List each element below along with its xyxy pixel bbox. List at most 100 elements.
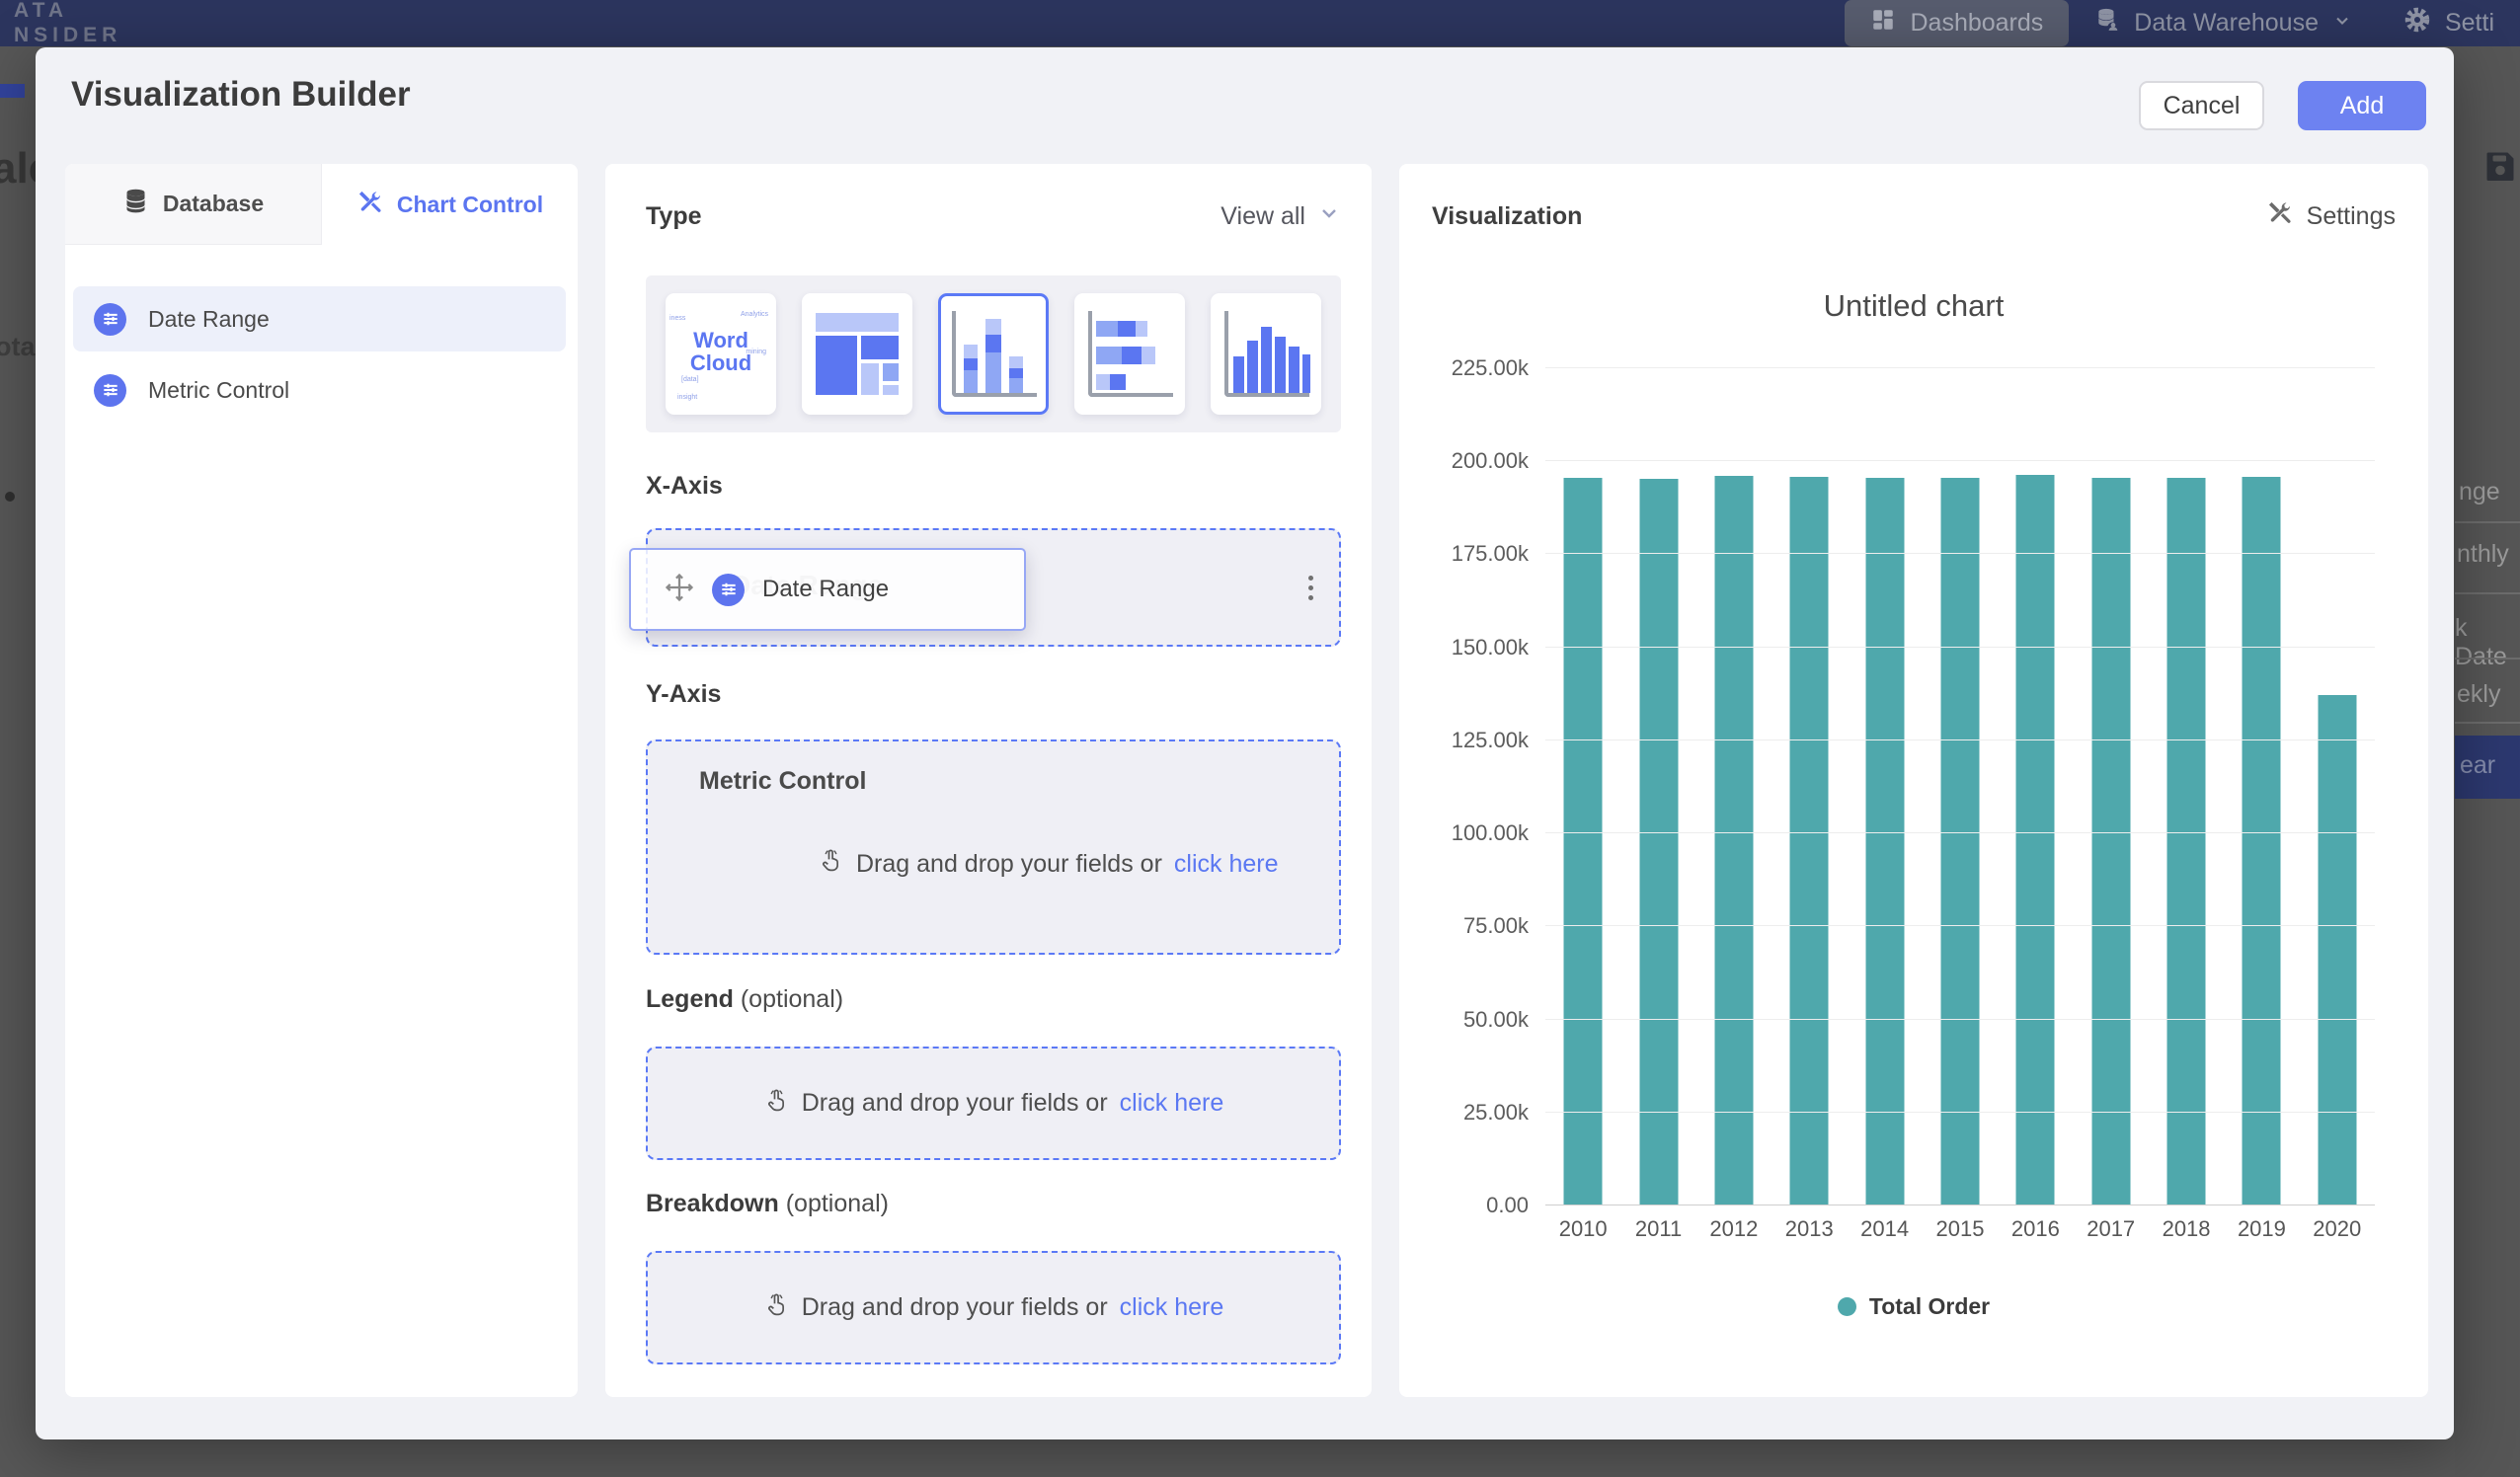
breakdown-dropzone[interactable]: Drag and drop your fields or click here (646, 1251, 1341, 1364)
background-text-fragment: ekly (2457, 680, 2500, 709)
gridline (1545, 1112, 2375, 1113)
database-icon (122, 188, 149, 220)
legend-label: Legend (646, 985, 734, 1013)
chart-type-column[interactable] (1211, 293, 1321, 415)
field-item-metric-control[interactable]: Metric Control (73, 357, 566, 423)
settings-button[interactable]: Settings (2266, 199, 2396, 233)
drop-hint-text: Drag and drop your fields or (856, 850, 1162, 879)
field-item-date-range[interactable]: Date Range (73, 286, 566, 351)
chart-type-stacked-bar[interactable] (1074, 293, 1185, 415)
y-tick-label: 150.00k (1390, 635, 1529, 661)
save-icon (2482, 148, 2518, 189)
background-text-fragment: k Date (2455, 614, 2520, 671)
background-bullet-dot (5, 492, 15, 502)
x-tick-label: 2018 (2149, 1216, 2224, 1242)
y-tick-label: 225.00k (1390, 355, 1529, 381)
nav-settings[interactable]: Setti (2378, 0, 2520, 46)
gear-icon (2403, 6, 2431, 40)
sliders-icon (94, 303, 126, 336)
word-cloud-text: Word (666, 329, 776, 351)
gridline (1545, 553, 2375, 554)
y-tick-label: 0.00 (1390, 1193, 1529, 1218)
drop-hint-text: Drag and drop your fields or (802, 1293, 1108, 1322)
breakdown-optional-label: (optional) (786, 1190, 889, 1217)
view-all-label: View all (1221, 202, 1305, 231)
bar (1639, 479, 1678, 1205)
tap-icon (763, 1291, 790, 1325)
chart-type-word-cloud[interactable]: iness Analytics [data] mining insight Wo… (666, 293, 776, 415)
chart-type-treemap[interactable] (802, 293, 912, 415)
click-here-link[interactable]: click here (1120, 1293, 1224, 1322)
x-tick-label: 2016 (1998, 1216, 2073, 1242)
chart-legend: Total Order (1399, 1293, 2428, 1320)
kebab-menu-icon[interactable] (1308, 576, 1313, 600)
background-blue-chip (0, 84, 25, 98)
field-item-label: Date Range (148, 306, 270, 333)
nav-data-warehouse[interactable]: Data Warehouse (2069, 0, 2378, 46)
tap-icon (818, 847, 844, 881)
settings-label: Settings (2307, 202, 2396, 231)
breakdown-label: Breakdown (646, 1190, 779, 1217)
bars-container (1545, 367, 2375, 1205)
legend-optional-label: (optional) (741, 985, 843, 1013)
bar (1940, 478, 1979, 1205)
metric-control-label: Metric Control (699, 767, 1339, 796)
gridline (1545, 460, 2375, 461)
gridline (1545, 647, 2375, 648)
legend-section-label: Legend (optional) (646, 985, 1341, 1014)
x-axis-dropzone[interactable]: Date Range Date Range (646, 528, 1341, 647)
tab-database-label: Database (163, 191, 264, 217)
date-range-drag-card[interactable]: Date Range (629, 548, 1026, 631)
brand-logo: ATA NSIDER (14, 0, 121, 47)
gridline (1545, 367, 2375, 368)
gridline (1545, 925, 2375, 926)
chart-type-stacked-column[interactable] (938, 293, 1049, 415)
bar (1714, 476, 1753, 1205)
nav-dashboards[interactable]: Dashboards (1845, 0, 2069, 46)
y-tick-label: 100.00k (1390, 820, 1529, 846)
legend-dropzone[interactable]: Drag and drop your fields or click here (646, 1047, 1341, 1160)
nav-dashboards-label: Dashboards (1910, 9, 2043, 38)
bar (2091, 478, 2130, 1205)
bar (2243, 477, 2281, 1205)
click-here-link[interactable]: click here (1174, 850, 1279, 879)
y-tick-label: 75.00k (1390, 913, 1529, 939)
cancel-button[interactable]: Cancel (2139, 81, 2264, 130)
chevron-down-icon (2332, 9, 2352, 38)
click-here-link[interactable]: click here (1120, 1089, 1224, 1118)
background-right-column: nge nthly k Date ekly ear (2455, 46, 2520, 1477)
x-tick-label: 2011 (1620, 1216, 1695, 1242)
builder-panel: Type View all iness Analytics [data] min… (605, 164, 1372, 1397)
bar (1790, 477, 1829, 1205)
background-text-fragment: ota (0, 332, 36, 362)
bar (2318, 695, 2356, 1205)
background-text-fragment: ear (2460, 751, 2495, 780)
y-axis-dropzone[interactable]: Metric Control Drag and drop your fields… (646, 739, 1341, 955)
add-button[interactable]: Add (2298, 81, 2426, 130)
x-axis-section-label: X-Axis (646, 472, 1341, 501)
tools-icon (2266, 199, 2293, 233)
sliders-icon (94, 374, 126, 407)
tab-database[interactable]: Database (65, 164, 322, 245)
view-all-dropdown[interactable]: View all (1221, 201, 1341, 232)
fields-panel: Database Chart Control Date Range Met (65, 164, 578, 1397)
chevron-down-icon (1317, 201, 1341, 232)
x-axis-labels: 2010201120122013201420152016201720182019… (1545, 1216, 2375, 1242)
sliders-icon (712, 574, 745, 606)
type-section-label: Type (646, 202, 702, 231)
drag-card-label: Date Range (762, 576, 889, 603)
y-tick-label: 125.00k (1390, 728, 1529, 753)
plot-area: 225.00k200.00k175.00k150.00k125.00k100.0… (1545, 367, 2375, 1205)
bar (2016, 475, 2055, 1205)
x-tick-label: 2013 (1772, 1216, 1847, 1242)
y-tick-label: 50.00k (1390, 1007, 1529, 1033)
word-cloud-text: Cloud (666, 351, 776, 374)
bar (2167, 478, 2206, 1205)
x-tick-label: 2017 (2074, 1216, 2149, 1242)
y-tick-label: 175.00k (1390, 541, 1529, 567)
legend-dot (1838, 1297, 1856, 1316)
modal-title: Visualization Builder (71, 75, 411, 115)
y-tick-label: 25.00k (1390, 1100, 1529, 1126)
bar (1564, 478, 1603, 1205)
tab-chart-control[interactable]: Chart Control (322, 164, 578, 245)
